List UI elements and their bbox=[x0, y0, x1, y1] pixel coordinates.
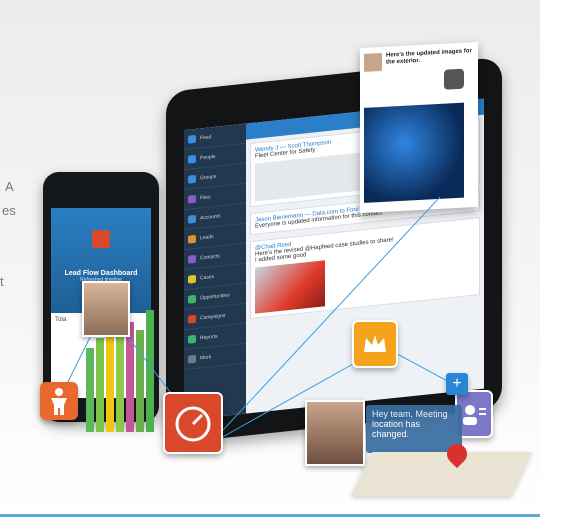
person-icon[interactable] bbox=[40, 382, 78, 420]
bottom-divider bbox=[0, 514, 540, 517]
map-card bbox=[351, 452, 533, 496]
user-photo-man bbox=[82, 281, 130, 337]
connector-lines bbox=[59, 196, 465, 445]
add-icon[interactable]: + bbox=[446, 373, 468, 395]
user-photo-woman bbox=[305, 400, 365, 466]
dashboard-gauge-icon[interactable] bbox=[163, 392, 223, 454]
crown-icon[interactable] bbox=[352, 320, 398, 368]
message-bubble: Hey team, Meeting location has changed. bbox=[366, 405, 462, 453]
